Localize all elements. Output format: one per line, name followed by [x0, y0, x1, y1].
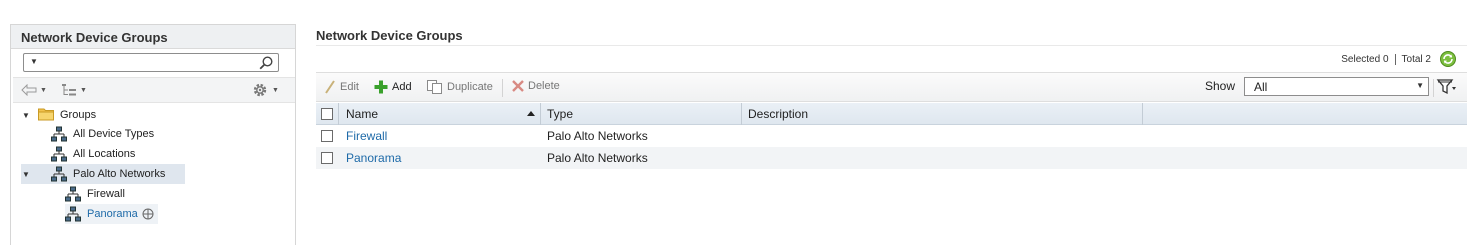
table-header: Name Type Description	[316, 103, 1467, 125]
column-header-label: Name	[346, 107, 379, 121]
divider	[1433, 79, 1434, 97]
show-filter-select[interactable]: All ▼	[1244, 77, 1429, 96]
tree-item-panorama[interactable]: Panorama	[65, 204, 158, 224]
panel-title: Network Device Groups	[11, 25, 295, 49]
network-hierarchy-icon	[51, 146, 67, 162]
duplicate-label: Duplicate	[447, 81, 493, 93]
arrow-left-icon	[21, 84, 37, 96]
delete-label: Delete	[528, 80, 560, 92]
selected-count: Selected 0	[1341, 54, 1389, 65]
row-name-link[interactable]: Panorama	[346, 147, 401, 169]
expand-arrow-icon[interactable]: ▼	[21, 111, 31, 120]
add-label: Add	[392, 81, 412, 93]
device-groups-table: Name Type Description Firewall Palo Alto…	[316, 103, 1467, 169]
filter-icon[interactable]	[1436, 78, 1458, 96]
tree-item-label: Panorama	[87, 208, 138, 220]
edit-label: Edit	[340, 81, 359, 93]
column-divider	[540, 103, 541, 125]
chevron-down-icon: ▼	[40, 86, 47, 94]
column-divider	[1142, 103, 1143, 125]
chevron-down-icon: ▼	[80, 86, 87, 94]
column-header-description[interactable]: Description	[748, 103, 808, 125]
pencil-icon	[325, 80, 335, 94]
expand-arrow-icon[interactable]: ▼	[21, 170, 31, 179]
selection-summary: Selected 0 Total 2	[1341, 54, 1431, 65]
tree-toolbar: ▼ ▼ ▼	[13, 77, 295, 103]
divider	[502, 79, 503, 97]
back-button[interactable]: ▼	[21, 82, 47, 98]
chevron-down-icon: ▼	[1416, 81, 1424, 90]
tree-item-label: Firewall	[87, 188, 125, 200]
settings-button[interactable]: ▼	[251, 82, 279, 98]
row-type: Palo Alto Networks	[547, 129, 648, 143]
select-all-checkbox[interactable]	[321, 108, 333, 120]
action-toolbar: Edit Add Duplicate Delete Show All ▼	[316, 72, 1467, 102]
network-hierarchy-icon	[65, 206, 81, 222]
row-type: Palo Alto Networks	[547, 151, 648, 165]
column-header-name[interactable]: Name	[346, 103, 378, 125]
show-filter-label: Show	[1205, 79, 1236, 93]
network-hierarchy-icon	[51, 126, 67, 142]
tree-item-firewall[interactable]: Firewall	[65, 184, 125, 204]
column-header-label: Type	[547, 107, 574, 121]
network-hierarchy-icon	[51, 166, 67, 182]
plus-icon	[374, 80, 388, 94]
tree-item-label: Palo Alto Networks	[73, 168, 166, 180]
show-filter-value: All	[1254, 80, 1268, 94]
edit-button[interactable]: Edit	[324, 80, 359, 94]
search-dropdown-icon[interactable]: ▼	[30, 57, 38, 66]
row-checkbox[interactable]	[321, 152, 333, 164]
delete-button[interactable]: Delete	[512, 80, 560, 92]
tree-item-all-device-types[interactable]: All Device Types	[51, 124, 154, 144]
tree-item-groups[interactable]: ▼ Groups	[21, 105, 96, 125]
row-name-link[interactable]: Firewall	[346, 125, 387, 147]
tree-item-label: All Device Types	[73, 128, 155, 140]
column-divider	[338, 103, 339, 125]
column-divider	[741, 103, 742, 125]
divider	[316, 45, 1467, 46]
row-checkbox[interactable]	[321, 130, 333, 142]
table-row[interactable]: Panorama Palo Alto Networks	[316, 147, 1467, 169]
delete-x-icon	[512, 80, 524, 92]
duplicate-button[interactable]: Duplicate	[427, 80, 493, 94]
duplicate-icon	[427, 80, 442, 94]
table-row[interactable]: Firewall Palo Alto Networks	[316, 125, 1467, 147]
tree-item-all-locations[interactable]: All Locations	[51, 144, 135, 164]
search-icon[interactable]	[258, 55, 274, 71]
tree-view-icon	[62, 84, 76, 96]
sort-ascending-icon[interactable]	[527, 111, 535, 116]
tree-view-button[interactable]: ▼	[61, 82, 87, 98]
tree-item-label: Groups	[60, 109, 97, 121]
tree-search-input[interactable]: ▼	[23, 53, 279, 72]
tree-item-palo-alto-networks[interactable]: ▼ Palo Alto Networks	[21, 164, 185, 184]
column-header-label: Description	[748, 107, 809, 121]
network-hierarchy-icon	[65, 186, 81, 202]
column-header-type[interactable]: Type	[547, 103, 573, 125]
add-button[interactable]: Add	[374, 80, 412, 94]
page-title: Network Device Groups	[316, 28, 463, 43]
refresh-icon[interactable]	[1439, 50, 1457, 68]
chevron-down-icon: ▼	[272, 86, 279, 94]
tree-item-label: All Locations	[73, 148, 136, 160]
navigation-panel: Network Device Groups ▼ ▼ ▼ ▼ ▼ Groups A…	[10, 24, 296, 245]
divider	[1394, 54, 1396, 65]
gear-icon	[253, 83, 267, 97]
crosshair-icon[interactable]	[142, 208, 154, 220]
total-count: Total 2	[1401, 54, 1431, 65]
folder-icon	[38, 107, 54, 123]
